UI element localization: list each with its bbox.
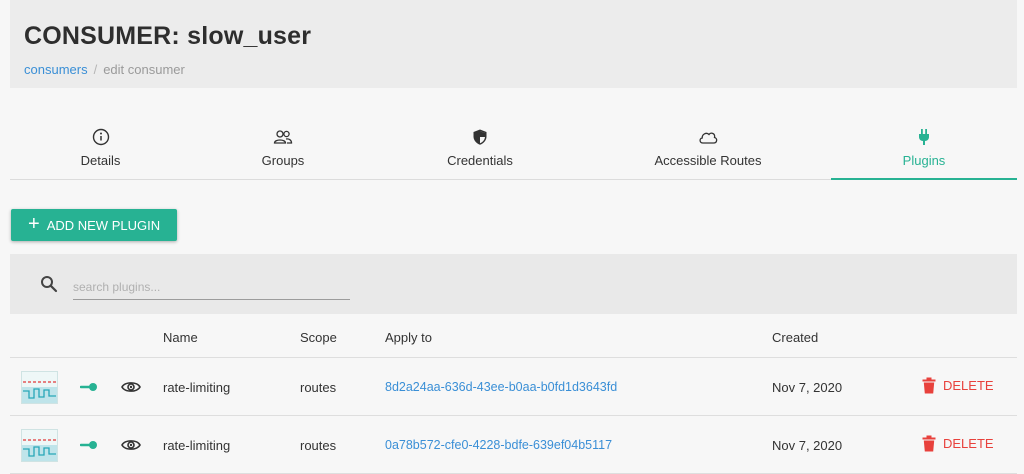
tab-details[interactable]: Details — [10, 118, 191, 179]
view-eye-icon[interactable] — [121, 437, 141, 453]
apply-to-link[interactable]: 0a78b572-cfe0-4228-bdfe-639ef04b5117 — [385, 438, 612, 452]
plugin-name: rate-limiting — [163, 380, 231, 395]
tab-credentials-label: Credentials — [447, 153, 513, 168]
table-row: rate-limiting routes 8d2a24aa-636d-43ee-… — [10, 358, 1017, 416]
search-input[interactable] — [73, 274, 350, 300]
view-eye-icon[interactable] — [121, 379, 141, 395]
table-header: Name Scope Apply to Created — [10, 315, 1017, 358]
plugin-scope: routes — [300, 438, 337, 453]
rate-limiting-plugin-icon — [21, 371, 58, 404]
breadcrumb-separator: / — [93, 62, 98, 77]
plugin-scope: routes — [300, 380, 337, 395]
header-name: Name — [163, 330, 198, 345]
plugins-table: Name Scope Apply to Created rate-limitin… — [10, 315, 1017, 474]
rate-limiting-plugin-icon — [21, 429, 58, 462]
header-created: Created — [772, 330, 819, 345]
breadcrumb-consumers-link[interactable]: consumers — [24, 62, 88, 77]
created-date: Nov 7, 2020 — [772, 380, 843, 395]
tab-bar: Details Groups Credentials Accessible Ro… — [10, 118, 1017, 180]
users-icon — [273, 130, 293, 144]
delete-button[interactable]: DELETE — [922, 435, 994, 452]
tab-accessible-routes[interactable]: Accessible Routes — [585, 118, 831, 179]
plugin-name: rate-limiting — [163, 438, 231, 453]
trash-icon — [922, 435, 936, 452]
add-new-plugin-button[interactable]: + ADD NEW PLUGIN — [11, 209, 177, 241]
tab-accessible-routes-label: Accessible Routes — [654, 153, 762, 168]
table-row: rate-limiting routes 0a78b572-cfe0-4228-… — [10, 416, 1017, 474]
delete-label: DELETE — [943, 436, 994, 451]
delete-label: DELETE — [943, 378, 994, 393]
tab-groups[interactable]: Groups — [191, 118, 375, 179]
tab-details-label: Details — [80, 153, 121, 168]
shield-icon — [473, 129, 487, 145]
enabled-toggle[interactable] — [80, 439, 98, 451]
plug-icon — [919, 129, 929, 145]
search-icon — [41, 276, 58, 293]
tab-credentials[interactable]: Credentials — [375, 118, 585, 179]
search-bar — [10, 254, 1017, 314]
page-header: CONSUMER: slow_user consumers / edit consu… — [10, 0, 1017, 88]
header-apply-to: Apply to — [385, 330, 432, 345]
header-scope: Scope — [300, 330, 337, 345]
apply-to-link[interactable]: 8d2a24aa-636d-43ee-b0aa-b0fd1d3643fd — [385, 380, 617, 394]
created-date: Nov 7, 2020 — [772, 438, 843, 453]
tab-plugins-label: Plugins — [902, 153, 946, 168]
tab-groups-label: Groups — [261, 153, 305, 168]
delete-button[interactable]: DELETE — [922, 377, 994, 394]
enabled-toggle[interactable] — [80, 381, 98, 393]
add-new-plugin-label: ADD NEW PLUGIN — [46, 217, 161, 233]
plus-icon: + — [28, 213, 40, 235]
breadcrumb: consumers / edit consumer — [24, 62, 185, 77]
page-title: CONSUMER: slow_user — [24, 22, 312, 50]
breadcrumb-current: edit consumer — [103, 62, 185, 77]
trash-icon — [922, 377, 936, 394]
tab-plugins[interactable]: Plugins — [831, 118, 1017, 180]
info-icon — [92, 128, 109, 146]
cloud-icon — [699, 132, 718, 144]
